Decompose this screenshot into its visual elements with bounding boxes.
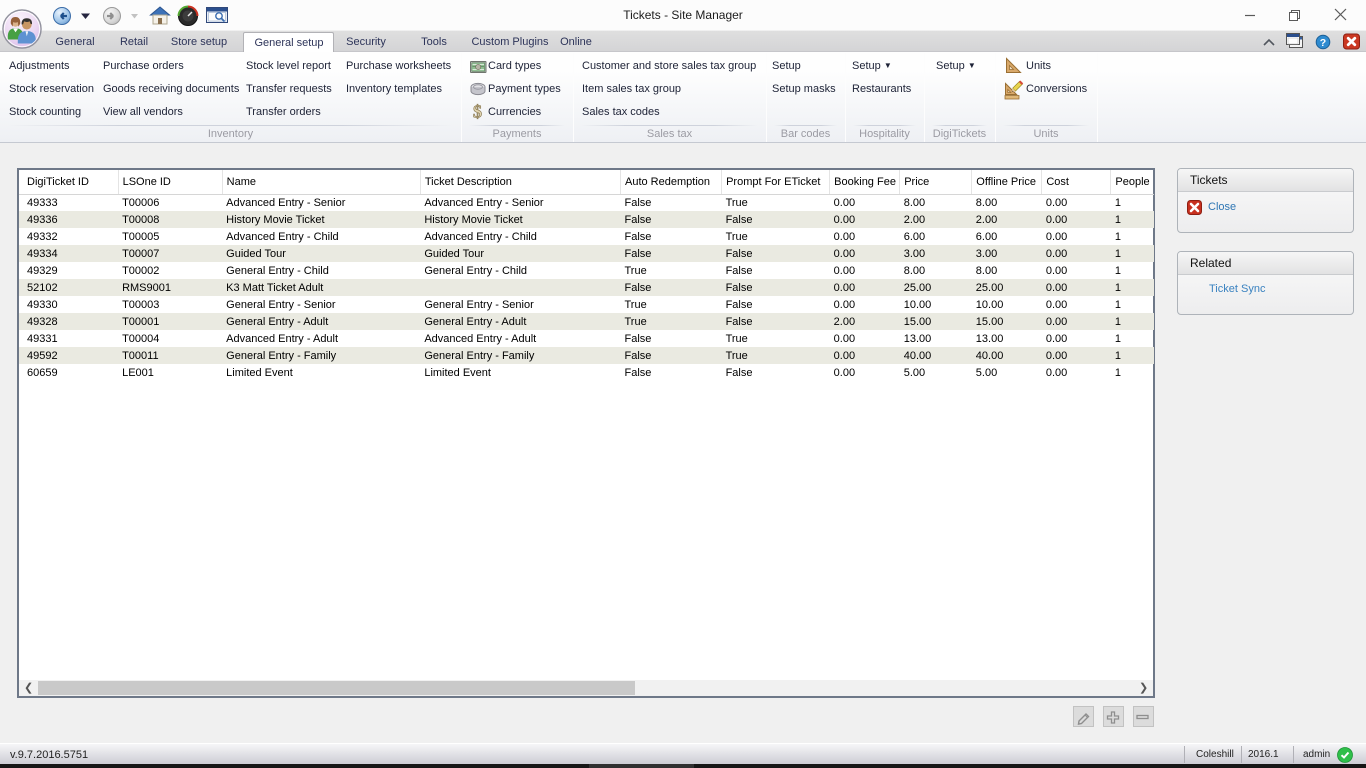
svg-text:$: $	[473, 102, 482, 122]
svg-text:?: ?	[1320, 37, 1326, 49]
